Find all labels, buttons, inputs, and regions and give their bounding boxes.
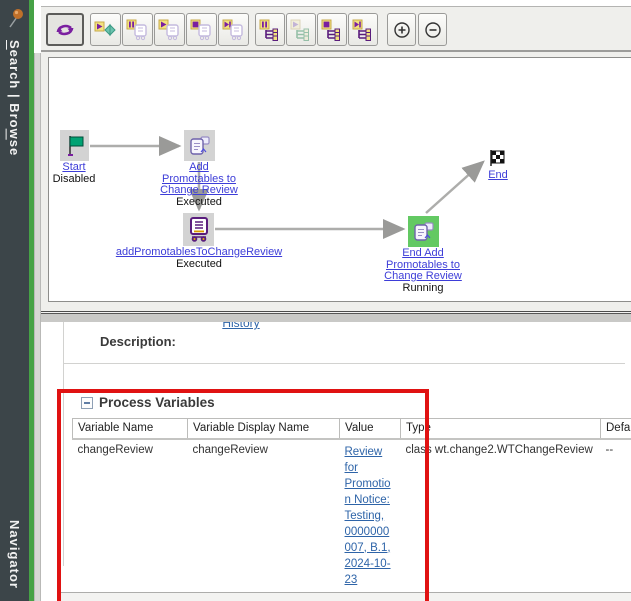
next-section-header-bar [61, 592, 631, 601]
sidebar-tab-search-browse[interactable]: Search | Browse [7, 40, 22, 156]
table-row: changeReview changeReview Review for Pro… [73, 439, 631, 593]
sidebar-tab-navigator[interactable]: Navigator [7, 520, 22, 589]
node-robot-label: addPromotablesToChangeReview Executed [89, 247, 309, 270]
cell-value: Review for Promotion Notice: Testing, 00… [340, 439, 401, 593]
workflow-toolbar [41, 6, 631, 52]
col-value[interactable]: Value [340, 419, 401, 439]
start-flag-icon [64, 134, 86, 158]
collapsed-splitter-rail[interactable] [34, 53, 41, 601]
refresh-icon [54, 20, 76, 40]
table-header-row: Variable Name Variable Display Name Valu… [73, 419, 631, 439]
refresh-button[interactable] [46, 13, 84, 46]
play-diamonds-icon [94, 21, 118, 39]
collapse-section-icon[interactable] [81, 397, 93, 409]
cell-default: -- [601, 439, 631, 593]
skip-robot-icon [222, 19, 246, 41]
node-end-icon[interactable] [488, 149, 508, 167]
robot-icon [186, 216, 212, 243]
properties-cell-border [63, 322, 64, 566]
cell-variable-name: changeReview [73, 439, 188, 593]
activity-document-icon [188, 134, 212, 158]
node-add-promotables-label: Add Promotables to Change Review Execute… [160, 162, 238, 208]
node-end-label: End [472, 170, 524, 182]
node-start-link[interactable]: Start [62, 161, 85, 173]
skip-tree-icon [352, 19, 374, 41]
node-add-promotables-icon[interactable] [184, 130, 215, 161]
play-robot-icon [158, 19, 182, 41]
skip-activity-button[interactable] [218, 13, 249, 46]
end-checkered-flag-icon [488, 149, 508, 167]
cell-variable-display-name: changeReview [188, 439, 340, 593]
col-default[interactable]: Default [601, 419, 631, 439]
process-variables-table: Variable Name Variable Display Name Valu… [72, 418, 631, 601]
cell-type: class wt.change2.WTChangeReview [401, 439, 601, 593]
stop-robot-icon [190, 19, 214, 41]
node-start-icon[interactable] [60, 130, 89, 161]
node-robot-link[interactable]: addPromotablesToChangeReview [116, 246, 282, 258]
zoom-in-button[interactable] [387, 13, 416, 46]
suspend-activity-button[interactable] [122, 13, 153, 46]
terminate-process-button[interactable] [317, 13, 347, 46]
pause-robot-icon [126, 19, 150, 41]
col-type[interactable]: Type [401, 419, 601, 439]
pin-icon[interactable] [5, 5, 25, 31]
node-start-status: Disabled [53, 173, 96, 185]
node-end-add-link[interactable]: End Add Promotables to Change Review [384, 247, 462, 282]
resume-process-button[interactable] [286, 13, 316, 46]
node-end-add-icon[interactable] [408, 216, 439, 247]
history-link[interactable]: History [191, 322, 291, 330]
node-end-add-label: End Add Promotables to Change Review Run… [384, 248, 462, 294]
stop-tree-icon [321, 19, 343, 41]
col-variable-name[interactable]: Variable Name [73, 419, 188, 439]
description-label: Description: [100, 334, 176, 349]
pause-tree-icon [259, 19, 281, 41]
skip-process-button[interactable] [348, 13, 378, 46]
col-variable-display-name[interactable]: Variable Display Name [188, 419, 340, 439]
workflow-diagram-canvas: Start Disabled Add Promotables to Change… [48, 57, 631, 302]
zoom-in-icon [393, 21, 411, 39]
left-sidebar: Search | Browse Navigator [0, 0, 29, 601]
node-add-promotables-link[interactable]: Add Promotables to Change Review [160, 161, 238, 196]
complete-activity-button[interactable] [90, 13, 121, 46]
resume-activity-button[interactable] [154, 13, 185, 46]
change-review-link[interactable]: Review for Promotion Notice: Testing, 00… [345, 444, 396, 588]
horizontal-splitter[interactable] [41, 311, 631, 322]
node-start-label: Start Disabled [48, 162, 111, 185]
zoom-out-icon [424, 21, 442, 39]
node-end-link[interactable]: End [488, 169, 508, 181]
description-row-border [63, 363, 625, 364]
zoom-out-button[interactable] [418, 13, 447, 46]
node-robot-icon[interactable] [183, 213, 214, 246]
terminate-activity-button[interactable] [186, 13, 217, 46]
node-end-add-status: Running [403, 282, 444, 294]
suspend-process-button[interactable] [255, 13, 285, 46]
process-properties-pane: History Description: Process Variables V… [41, 322, 631, 601]
node-add-promotables-status: Executed [176, 196, 222, 208]
activity-document-icon [412, 220, 436, 244]
node-robot-status: Executed [176, 258, 222, 270]
process-variables-title: Process Variables [99, 395, 215, 410]
play-tree-icon [290, 19, 312, 41]
